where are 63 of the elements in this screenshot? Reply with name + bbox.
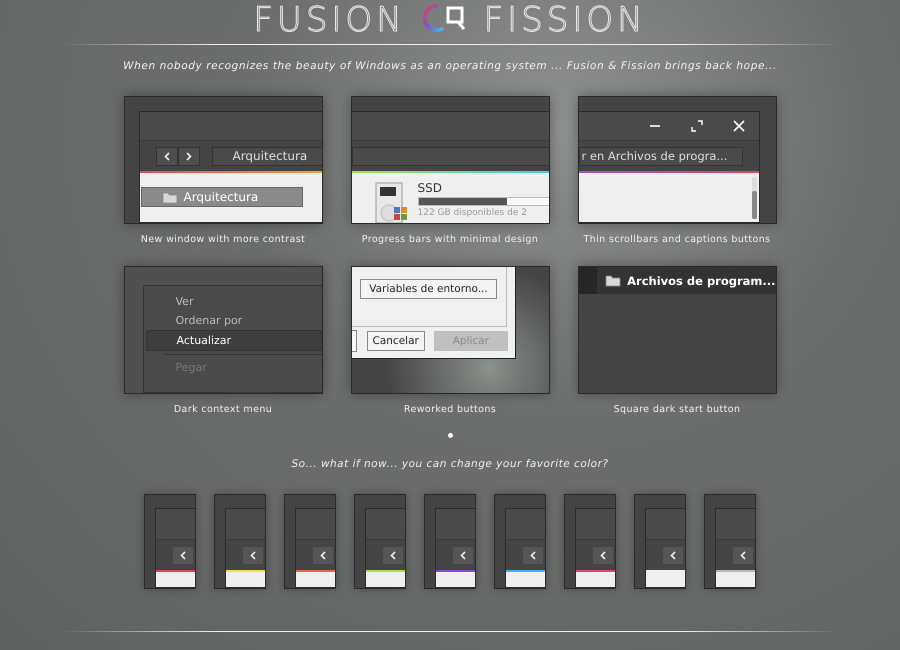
color-swatch[interactable] (424, 494, 476, 589)
color-swatch[interactable] (494, 494, 546, 589)
caption: Dark context menu (174, 404, 272, 415)
pager-dot[interactable] (448, 433, 452, 438)
chevron-left-icon (530, 550, 536, 560)
content-area (296, 572, 335, 587)
content-area (156, 572, 195, 587)
dialog-button[interactable]: Cancelar (366, 331, 425, 351)
color-swatch[interactable] (214, 494, 266, 589)
forward-button[interactable] (178, 146, 200, 166)
color-swatch[interactable] (144, 494, 196, 589)
color-swatch[interactable] (564, 494, 616, 589)
folder-icon (162, 190, 178, 204)
start-button[interactable] (578, 267, 598, 294)
folder-icon (605, 274, 622, 287)
caption: New window with more contrast (140, 234, 306, 245)
drive-label: SSD (418, 181, 443, 195)
chevron-left-icon (320, 550, 326, 560)
search-field[interactable]: r en Archivos de progra... (578, 146, 742, 166)
logo-title: FUSION (253, 0, 406, 40)
chevron-left-icon (670, 550, 676, 560)
folder-label: Arquitectura (184, 190, 258, 204)
caption: Square dark start button (614, 404, 740, 415)
menu-item[interactable]: Ordenar por (144, 311, 322, 330)
maximize-icon (690, 120, 702, 132)
color-swatch[interactable] (284, 494, 336, 589)
chevron-left-icon (390, 550, 396, 560)
logo-title: FISSION (484, 0, 647, 40)
content-area (576, 572, 615, 587)
back-button[interactable] (156, 146, 178, 166)
dialog-button[interactable]: Variables de entorno... (360, 279, 497, 299)
start-menu-item[interactable]: Archivos de program... (597, 267, 776, 294)
chevron-right-icon (186, 152, 192, 160)
caption: Progress bars with minimal design (362, 234, 538, 245)
chevron-left-icon (180, 550, 186, 560)
chevron-left-icon (164, 152, 170, 160)
drive-detail: 122 GB disponibles de 2 (418, 208, 528, 218)
content-area (646, 572, 685, 587)
chevron-left-icon (460, 550, 466, 560)
caption: Thin scrollbars and captions buttons (583, 234, 770, 245)
menu-item[interactable]: Actualizar (146, 330, 322, 351)
content-area (226, 572, 265, 587)
folder-item[interactable]: Arquitectura (140, 187, 302, 207)
caption: Reworked buttons (404, 404, 496, 415)
color-swatch[interactable] (354, 494, 406, 589)
content-area (436, 572, 475, 587)
tagline: When nobody recognizes the beauty of Windows as an operating system ... Fusion & Fission brings back hope... (123, 60, 777, 72)
color-swatch[interactable] (634, 494, 686, 589)
chevron-left-icon (740, 550, 746, 560)
close-icon (732, 120, 744, 132)
chevron-left-icon (250, 550, 256, 560)
color-swatch[interactable] (704, 494, 756, 589)
address-field[interactable] (352, 146, 548, 166)
chevron-left-icon (600, 550, 606, 560)
dialog-button[interactable] (352, 330, 356, 352)
address-field[interactable]: Arquitectura (212, 146, 322, 166)
folder-label: Archivos de program... (627, 274, 776, 288)
scrollbar[interactable] (752, 177, 756, 219)
content-area (506, 572, 545, 587)
content-area (716, 572, 755, 587)
question-text: So... what if now... you can change your favorite color? (292, 458, 608, 470)
content-area (366, 572, 405, 587)
menu-item[interactable]: Ver (144, 292, 322, 311)
